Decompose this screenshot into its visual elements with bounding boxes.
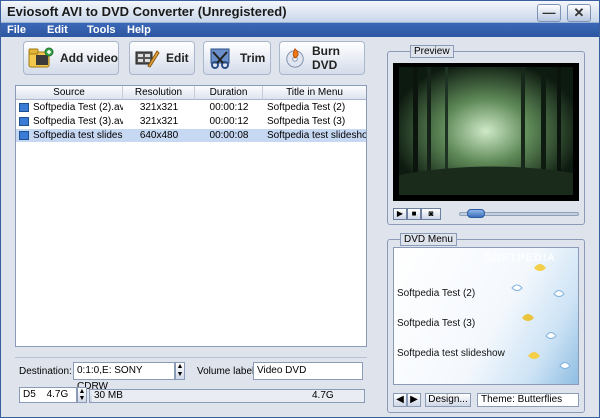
- camera-icon: ◙: [428, 209, 434, 218]
- prev-theme-button[interactable]: ◀: [393, 393, 407, 407]
- capacity-bar: 30 MB 4.7G: [89, 389, 365, 403]
- capacity-used: 30 MB: [94, 390, 123, 401]
- chevron-up-icon: ▲: [176, 363, 184, 370]
- video-list[interactable]: Source Resolution Duration Title in Menu…: [15, 85, 367, 347]
- add-video-button[interactable]: Add video: [23, 41, 119, 75]
- cell-title: Softpedia test slideshow: [267, 130, 366, 141]
- burn-dvd-label: Burn DVD: [312, 44, 341, 72]
- theme-label: Theme: Butterflies: [477, 393, 579, 407]
- cell-resolution: 321x321: [139, 102, 179, 113]
- dvd-menu-entry[interactable]: Softpedia Test (2): [397, 288, 475, 299]
- next-theme-button[interactable]: ▶: [407, 393, 421, 407]
- dvd-menu-preview[interactable]: SOFTPEDIA Softpedia Test (2) Softpedia T…: [393, 247, 579, 385]
- destination-label: Destination:: [19, 366, 72, 377]
- title-bar[interactable]: Eviosoft AVI to DVD Converter (Unregiste…: [1, 1, 599, 23]
- chevron-down-icon: ▼: [176, 371, 184, 378]
- cell-resolution: 640x480: [139, 130, 179, 141]
- dvd-menu-entry[interactable]: Softpedia Test (3): [397, 318, 475, 329]
- table-row[interactable]: Softpedia Test (3).avi 321x321 00:00:12 …: [16, 115, 366, 128]
- menu-bar: File Edit Tools Help: [1, 23, 599, 37]
- folder-add-icon: [28, 47, 54, 68]
- butterflies-decoration: [511, 264, 571, 369]
- disc-capacity: 4.7G: [46, 389, 69, 400]
- preview-group-title: Preview: [410, 45, 454, 58]
- preview-screen[interactable]: [393, 63, 579, 201]
- destination-select[interactable]: 0:1:0,E: SONY CDRW: [73, 362, 175, 392]
- table-row[interactable]: Softpedia test slides… 640x480 00:00:08 …: [16, 129, 366, 142]
- close-icon: ✕: [573, 5, 585, 20]
- burn-disc-icon: [286, 48, 304, 68]
- cell-title: Softpedia Test (3): [267, 116, 346, 127]
- arrow-left-icon: ◀: [396, 394, 404, 405]
- arrow-right-icon: ▶: [410, 394, 418, 405]
- trim-label: Trim: [240, 51, 266, 65]
- menu-edit[interactable]: Edit: [47, 23, 68, 37]
- video-file-icon: [19, 103, 29, 112]
- window-title: Eviosoft AVI to DVD Converter (Unregiste…: [7, 4, 287, 19]
- video-file-icon: [19, 131, 29, 140]
- cell-title: Softpedia Test (2): [267, 102, 346, 113]
- table-row[interactable]: Softpedia Test (2).avi 321x321 00:00:12 …: [16, 101, 366, 114]
- edit-button[interactable]: Edit: [129, 41, 195, 75]
- design-button[interactable]: Design...: [425, 393, 471, 407]
- chevron-up-icon: ▲: [78, 388, 86, 395]
- snapshot-button[interactable]: ◙: [421, 208, 441, 220]
- cell-duration: 00:00:08: [209, 130, 249, 141]
- close-button[interactable]: ✕: [567, 4, 591, 22]
- disc-type-select[interactable]: D5 4.7G: [19, 387, 77, 403]
- divider: [15, 357, 367, 358]
- play-icon: ▶: [396, 209, 404, 218]
- cell-resolution: 321x321: [139, 116, 179, 127]
- main-window: Eviosoft AVI to DVD Converter (Unregiste…: [0, 0, 600, 418]
- burn-dvd-button[interactable]: Burn DVD: [279, 41, 365, 75]
- destination-stepper[interactable]: ▲ ▼: [175, 362, 185, 380]
- cell-source: Softpedia Test (3).avi: [33, 116, 123, 127]
- edit-label: Edit: [166, 51, 189, 65]
- cell-duration: 00:00:12: [209, 102, 249, 113]
- cell-source: Softpedia Test (2).avi: [33, 102, 123, 113]
- trim-button[interactable]: Trim: [203, 41, 271, 75]
- column-header-duration[interactable]: Duration: [195, 86, 263, 100]
- chevron-down-icon: ▼: [78, 395, 86, 402]
- minimize-button[interactable]: —: [537, 4, 561, 22]
- list-header: Source Resolution Duration Title in Menu: [16, 86, 366, 100]
- dvd-menu-entry[interactable]: Softpedia test slideshow: [397, 348, 505, 359]
- column-header-source[interactable]: Source: [16, 86, 123, 100]
- stop-button[interactable]: ■: [407, 208, 421, 220]
- dvd-menu-group-title: DVD Menu: [400, 233, 457, 246]
- stop-icon: ■: [411, 209, 417, 218]
- disc-type: D5: [23, 389, 36, 400]
- add-video-label: Add video: [60, 51, 119, 65]
- column-header-title-in-menu[interactable]: Title in Menu: [263, 86, 366, 100]
- scissors-icon: [210, 48, 230, 69]
- capacity-max: 4.7G: [312, 390, 334, 401]
- video-file-icon: [19, 117, 29, 126]
- play-button[interactable]: ▶: [393, 208, 407, 220]
- forest-video-frame: [399, 67, 573, 195]
- column-header-resolution[interactable]: Resolution: [123, 86, 195, 100]
- minimize-icon: —: [542, 5, 556, 20]
- menu-tools[interactable]: Tools: [87, 23, 116, 37]
- disc-type-stepper[interactable]: ▲ ▼: [77, 387, 87, 403]
- film-edit-icon: [135, 50, 160, 68]
- volume-label-input[interactable]: Video DVD: [253, 362, 363, 380]
- capacity-fill: [90, 390, 92, 402]
- menu-help[interactable]: Help: [127, 23, 151, 37]
- cell-duration: 00:00:12: [209, 116, 249, 127]
- cell-source: Softpedia test slides…: [33, 130, 123, 141]
- menu-file[interactable]: File: [7, 23, 26, 37]
- seek-slider-thumb[interactable]: [467, 209, 485, 218]
- toolbar: Add video Edit Trim Burn DVD: [5, 39, 371, 81]
- volume-label-label: Volume label:: [197, 366, 258, 377]
